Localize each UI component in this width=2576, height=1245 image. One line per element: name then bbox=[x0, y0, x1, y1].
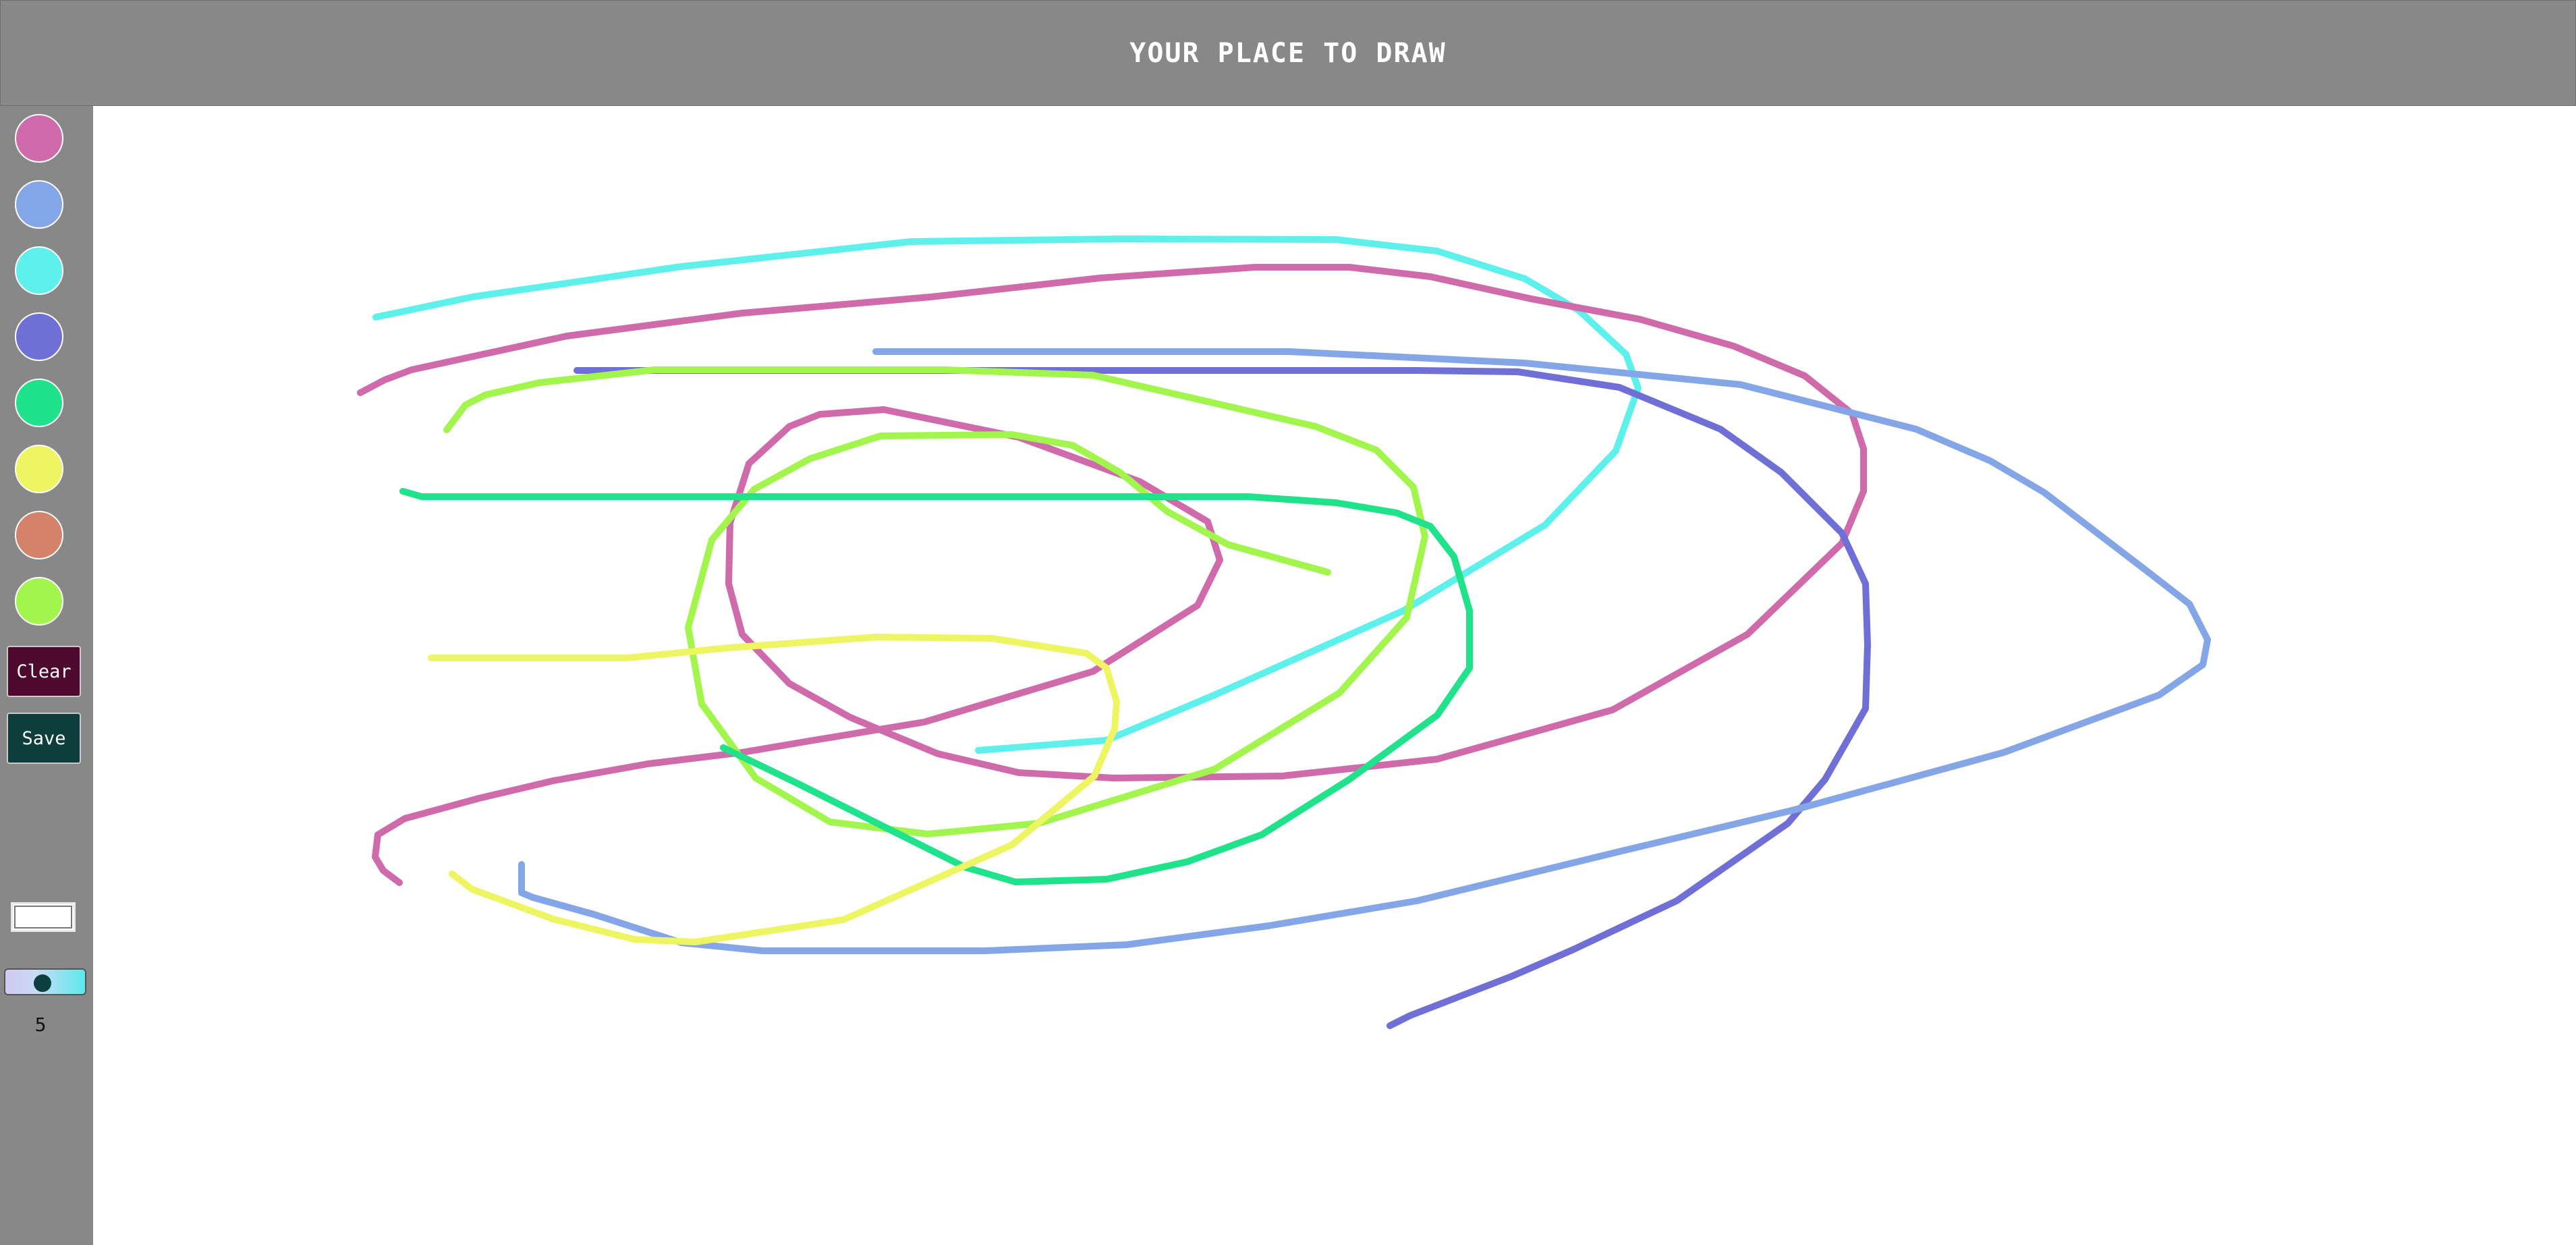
stroke-green bbox=[399, 488, 1473, 885]
drawing-canvas[interactable] bbox=[93, 106, 2576, 1245]
color-swatch-cyan[interactable] bbox=[15, 246, 63, 295]
color-swatch-light-blue[interactable] bbox=[15, 180, 63, 229]
color-swatch-blue-violet[interactable] bbox=[15, 312, 63, 361]
brush-size-slider[interactable] bbox=[4, 968, 86, 995]
clear-button[interactable]: Clear bbox=[7, 646, 81, 697]
stroke-pink-large bbox=[357, 264, 1867, 886]
color-swatch-pink[interactable] bbox=[15, 114, 63, 163]
color-swatch-yellow[interactable] bbox=[15, 445, 63, 493]
color-swatch-green[interactable] bbox=[15, 379, 63, 427]
app-header: YOUR PLACE TO DRAW bbox=[0, 0, 2576, 106]
color-swatch-lime[interactable] bbox=[15, 577, 63, 626]
brush-size-value: 5 bbox=[34, 1014, 47, 1036]
slider-thumb[interactable] bbox=[34, 974, 51, 992]
stroke-lime bbox=[443, 366, 1428, 837]
drawing-layer bbox=[357, 236, 2211, 1029]
color-swatch-salmon[interactable] bbox=[15, 511, 63, 559]
save-button[interactable]: Save bbox=[7, 713, 81, 764]
custom-color-picker[interactable] bbox=[11, 902, 76, 932]
page-title: YOUR PLACE TO DRAW bbox=[1129, 37, 1447, 69]
tool-sidebar: Clear Save 5 bbox=[0, 106, 93, 1245]
